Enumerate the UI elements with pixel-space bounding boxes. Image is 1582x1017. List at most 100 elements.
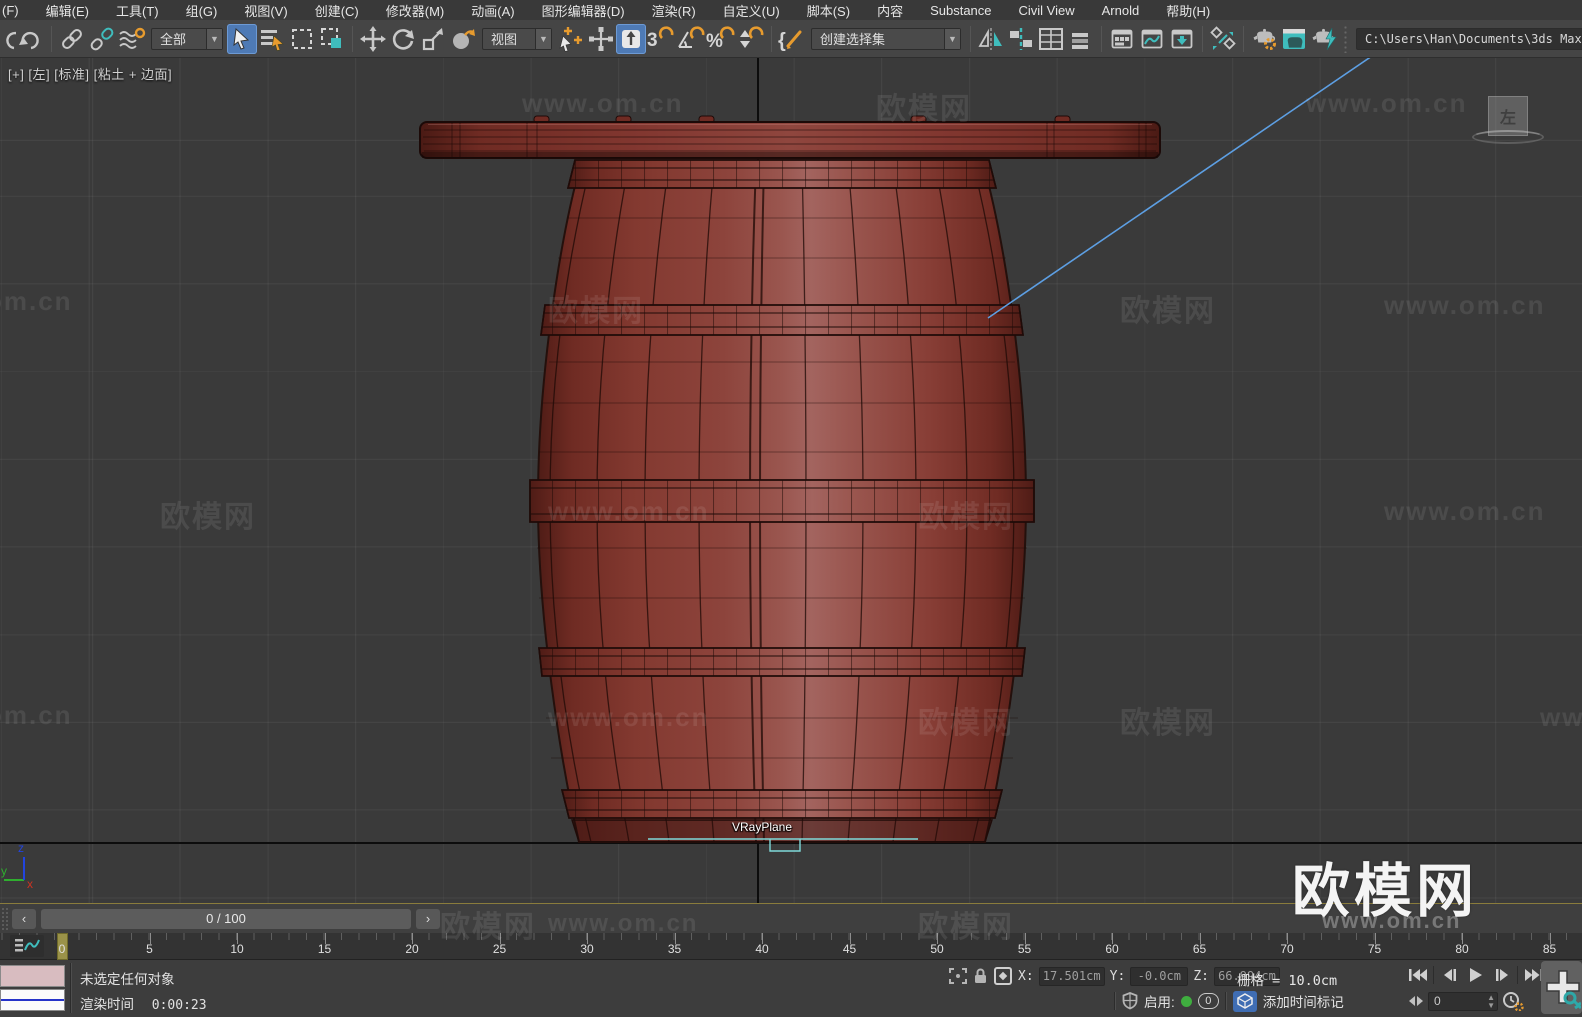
named-selection-set-dropdown[interactable]: 创建选择集 ▼: [811, 28, 961, 50]
menu-item-7[interactable]: 动画(A): [471, 1, 514, 20]
schematic-view-button[interactable]: [1167, 24, 1197, 54]
spinner-snap-button[interactable]: [736, 24, 766, 54]
align-button[interactable]: [1006, 24, 1036, 54]
viewport-label[interactable]: [+] [左] [标准] [粘土 + 边面]: [8, 64, 172, 83]
ruler-tick-label: 25: [480, 942, 520, 956]
reference-coordinate-dropdown[interactable]: 视图 ▼: [482, 28, 552, 50]
percent-snap-button[interactable]: %: [706, 24, 736, 54]
ruler-tick-label: 10: [217, 942, 257, 956]
key-mode-toggle[interactable]: [1408, 995, 1424, 1007]
maxscript-mini-listener-macro[interactable]: [0, 965, 65, 987]
rendered-frame-window-button[interactable]: [1279, 24, 1309, 54]
menu-item-4[interactable]: 视图(V): [244, 1, 287, 20]
redo-icon[interactable]: [16, 24, 46, 54]
use-pivot-center-button[interactable]: [616, 24, 646, 54]
curve-editor-button[interactable]: [1137, 24, 1167, 54]
y-coordinate-field[interactable]: -0.0cm: [1130, 967, 1188, 986]
menu-item-1[interactable]: 编辑(E): [46, 1, 89, 20]
isolate-selection-icon[interactable]: [948, 967, 968, 985]
safe-script-group: 启用: 0 添加时间标记: [1114, 990, 1344, 1012]
ruler-tick-label: 50: [917, 942, 957, 956]
menu-bar: (F) 编辑(E) 工具(T) 组(G) 视图(V) 创建(C) 修改器(M) 动画(A) 图形…: [0, 0, 1582, 20]
selection-lock-icon[interactable]: [973, 967, 988, 985]
enable-label: 启用:: [1144, 991, 1175, 1011]
reference-coordinate-value: 视图: [483, 29, 535, 48]
time-configuration-button[interactable]: [1502, 991, 1524, 1011]
link-icon[interactable]: [57, 24, 87, 54]
toggle-scene-explorer-button[interactable]: [1036, 24, 1066, 54]
viewcube-face-label: 左: [1500, 104, 1516, 128]
angle-snap-button[interactable]: [676, 24, 706, 54]
menu-item-6[interactable]: 修改器(M): [386, 1, 445, 20]
vrayplane-label[interactable]: VRayPlane: [712, 820, 812, 834]
select-place-button[interactable]: [448, 24, 478, 54]
absolute-mode-icon[interactable]: [993, 966, 1013, 986]
menu-item-10[interactable]: 自定义(U): [723, 1, 780, 20]
snap-toggle-3d-button[interactable]: 3: [646, 24, 676, 54]
select-by-name-button[interactable]: [257, 24, 287, 54]
menu-item-0[interactable]: (F): [2, 3, 19, 18]
current-frame-field[interactable]: 0 ▲▼: [1428, 992, 1498, 1011]
menu-item-12[interactable]: 内容: [877, 1, 903, 20]
play-button[interactable]: [1463, 964, 1488, 986]
menu-item-2[interactable]: 工具(T): [116, 1, 159, 20]
material-editor-button[interactable]: [1208, 24, 1238, 54]
toggle-ribbon-button[interactable]: [1107, 24, 1137, 54]
previous-frame-button[interactable]: ‹: [12, 909, 36, 929]
select-object-button[interactable]: [227, 24, 257, 54]
status-bar: 未选定任何对象 渲染时间 0:00:23 X: 17.501cm Y: -0.0…: [0, 960, 1582, 1017]
menu-item-16[interactable]: 帮助(H): [1166, 1, 1210, 20]
render-production-button[interactable]: [1309, 24, 1339, 54]
time-slider-handle[interactable]: 0 / 100: [41, 909, 411, 929]
selection-filter-dropdown[interactable]: 全部 ▼: [151, 28, 223, 50]
previous-frame-step-button[interactable]: [1437, 964, 1462, 986]
chevron-down-icon: ▼: [206, 29, 222, 49]
menu-item-14[interactable]: Civil View: [1019, 3, 1075, 18]
menu-item-11[interactable]: 脚本(S): [807, 1, 850, 20]
track-bar[interactable]: 0510152025303540455055606570758085: [0, 933, 1582, 960]
project-folder-dropdown[interactable]: C:\Users\Han\Documents\3ds Max 2022 ▼: [1356, 28, 1582, 50]
barrel-model[interactable]: [0, 58, 1582, 903]
time-slider-track[interactable]: [442, 904, 1582, 933]
svg-text:{: {: [778, 30, 786, 52]
menu-item-5[interactable]: 创建(C): [315, 1, 359, 20]
spinner-icon[interactable]: ▲▼: [1487, 994, 1495, 1010]
mirror-button[interactable]: [976, 24, 1006, 54]
rectangular-selection-region-button[interactable]: [287, 24, 317, 54]
select-scale-button[interactable]: [418, 24, 448, 54]
drag-grip[interactable]: [1, 907, 8, 931]
next-frame-step-button[interactable]: [1489, 964, 1514, 986]
z-label: Z:: [1193, 969, 1209, 984]
menu-item-13[interactable]: Substance: [930, 3, 991, 18]
menu-item-8[interactable]: 图形编辑器(D): [542, 1, 625, 20]
add-time-tag-label[interactable]: 添加时间标记: [1263, 991, 1344, 1011]
next-frame-button[interactable]: ›: [416, 909, 440, 929]
edit-named-selection-sets-button[interactable]: {: [777, 24, 807, 54]
menu-item-15[interactable]: Arnold: [1102, 3, 1140, 18]
maxscript-mini-listener[interactable]: [0, 989, 65, 1011]
set-key-button[interactable]: [1541, 961, 1582, 1014]
undo-icon[interactable]: [2, 24, 16, 54]
security-shield-icon[interactable]: [1122, 992, 1138, 1010]
toggle-layer-explorer-button[interactable]: [1066, 24, 1096, 54]
menu-item-3[interactable]: 组(G): [186, 1, 218, 20]
select-rotate-button[interactable]: [388, 24, 418, 54]
render-setup-button[interactable]: [1249, 24, 1279, 54]
unlink-icon[interactable]: [87, 24, 117, 54]
x-coordinate-field[interactable]: 17.501cm: [1039, 967, 1105, 986]
viewport-left[interactable]: z y x [+] [左] [标准] [粘土 + 边面] 左 VRayPlane: [0, 58, 1582, 903]
3dsmax-window: (F) 编辑(E) 工具(T) 组(G) 视图(V) 创建(C) 修改器(M) 动画(A) 图形…: [0, 0, 1582, 1017]
menu-item-9[interactable]: 渲染(R): [652, 1, 696, 20]
snap-pivot-icon[interactable]: [586, 24, 616, 54]
ruler-tick-label: 40: [742, 942, 782, 956]
select-manipulate-button[interactable]: [556, 24, 586, 54]
bind-spacewarp-icon[interactable]: [117, 24, 147, 54]
render-time: 渲染时间 0:00:23: [80, 993, 207, 1013]
select-move-button[interactable]: [358, 24, 388, 54]
notification-count-badge[interactable]: 0: [1198, 993, 1219, 1009]
time-tag-cube-button[interactable]: [1233, 991, 1257, 1012]
viewcube-ring[interactable]: [1472, 130, 1544, 144]
go-to-start-button[interactable]: [1405, 964, 1430, 986]
mini-curve-editor-button[interactable]: [10, 935, 44, 957]
window-crossing-toggle[interactable]: [317, 24, 347, 54]
